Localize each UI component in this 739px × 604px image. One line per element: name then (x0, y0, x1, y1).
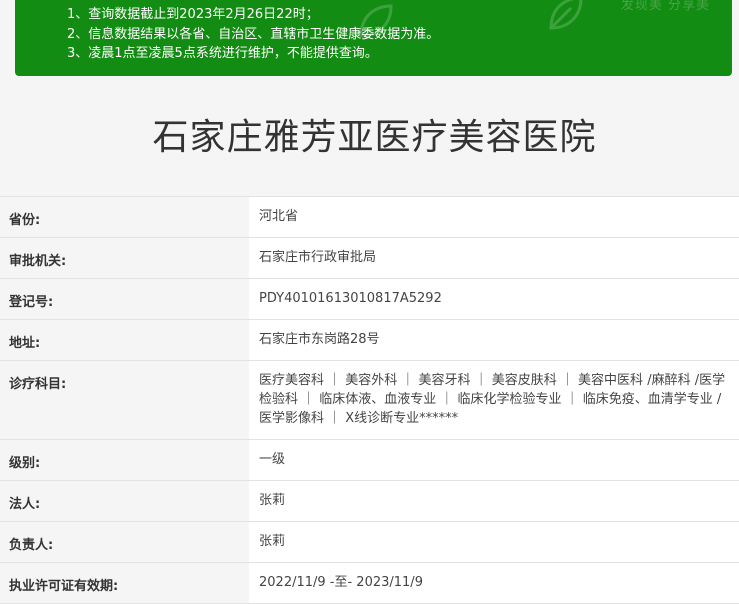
value-person-in-charge: 张莉 (249, 522, 739, 562)
row-level: 级别: 一级 (0, 440, 739, 481)
label-approval-authority: 审批机关: (9, 254, 67, 269)
watermark-text: 发现美 分享美 (620, 0, 710, 13)
label-province: 省份: (9, 213, 41, 228)
info-table: 省份: 河北省 审批机关: 石家庄市行政审批局 登记号: PDY40101613… (0, 196, 739, 604)
value-registration-number: PDY40101613010817A5292 (249, 279, 739, 319)
label-legal-person: 法人: (9, 497, 41, 512)
row-registration-number: 登记号: PDY40101613010817A5292 (0, 279, 739, 320)
row-person-in-charge: 负责人: 张莉 (0, 522, 739, 563)
leaf-watermark-icon (549, 0, 583, 30)
label-departments: 诊疗科目: (9, 377, 67, 392)
row-approval-authority: 审批机关: 石家庄市行政审批局 (0, 238, 739, 279)
value-province: 河北省 (249, 197, 739, 237)
label-registration-number: 登记号: (9, 295, 54, 310)
row-departments: 诊疗科目: 医疗美容科 ｜ 美容外科 ｜ 美容牙科 ｜ 美容皮肤科 ｜ 美容中医… (0, 361, 739, 440)
notice-line-2: 2、信息数据结果以各省、自治区、直辖市卫生健康委数据为准。 (67, 26, 440, 42)
value-departments: 医疗美容科 ｜ 美容外科 ｜ 美容牙科 ｜ 美容皮肤科 ｜ 美容中医科 /麻醉科… (249, 361, 739, 439)
leaf-watermark-icon (359, 4, 393, 38)
row-address: 地址: 石家庄市东岗路28号 (0, 320, 739, 361)
row-province: 省份: 河北省 (0, 197, 739, 238)
label-address: 地址: (9, 336, 41, 351)
label-person-in-charge: 负责人: (9, 538, 54, 553)
hospital-name: 石家庄雅芳亚医疗美容医院 (152, 117, 597, 158)
value-level: 一级 (249, 440, 739, 480)
value-approval-authority: 石家庄市行政审批局 (249, 238, 739, 278)
label-license-validity: 执业许可证有效期: (9, 579, 119, 594)
row-legal-person: 法人: 张莉 (0, 481, 739, 522)
notice-line-3: 3、凌晨1点至凌晨5点系统进行维护，不能提供查询。 (67, 46, 378, 61)
value-legal-person: 张莉 (249, 481, 739, 521)
value-address: 石家庄市东岗路28号 (249, 320, 739, 360)
value-license-validity: 2022/11/9 -至- 2023/11/9 (249, 563, 739, 603)
notice-banner: 发现美 分享美 1、查询数据截止到2023年2月26日22时； 2、信息数据结果… (15, 0, 732, 76)
label-level: 级别: (9, 456, 41, 471)
